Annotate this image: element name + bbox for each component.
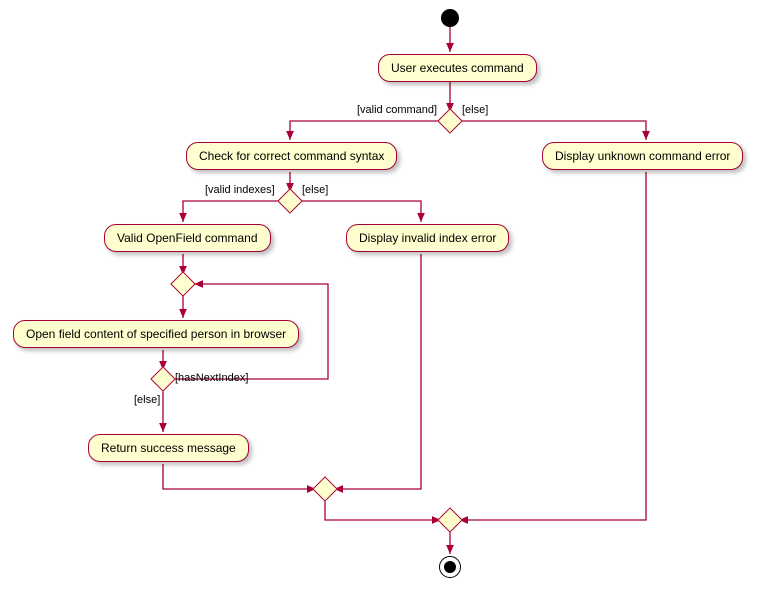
guard-else-1: [else] (462, 104, 488, 116)
initial-node (441, 9, 459, 27)
activity-open-field-content: Open field content of specified person i… (13, 320, 299, 348)
guard-has-next-index: [hasNextIndex] (175, 372, 248, 384)
guard-else-3: [else] (134, 394, 160, 406)
activity-label: Valid OpenField command (117, 231, 258, 245)
activity-invalid-index: Display invalid index error (346, 224, 509, 252)
activity-user-executes: User executes command (378, 54, 537, 82)
activity-label: Return success message (101, 441, 236, 455)
guard-else-2: [else] (302, 184, 328, 196)
final-node (439, 556, 461, 578)
guard-valid-indexes: [valid indexes] (205, 184, 275, 196)
activity-check-syntax: Check for correct command syntax (186, 142, 397, 170)
flowchart-edges (0, 0, 760, 601)
activity-unknown-error: Display unknown command error (542, 142, 743, 170)
activity-return-success: Return success message (88, 434, 249, 462)
guard-valid-command: [valid command] (357, 104, 437, 116)
activity-label: Display unknown command error (555, 149, 730, 163)
activity-label: Open field content of specified person i… (26, 327, 286, 341)
activity-label: User executes command (391, 61, 524, 75)
activity-label: Check for correct command syntax (199, 149, 384, 163)
activity-label: Display invalid index error (359, 231, 496, 245)
activity-valid-openfield: Valid OpenField command (104, 224, 271, 252)
